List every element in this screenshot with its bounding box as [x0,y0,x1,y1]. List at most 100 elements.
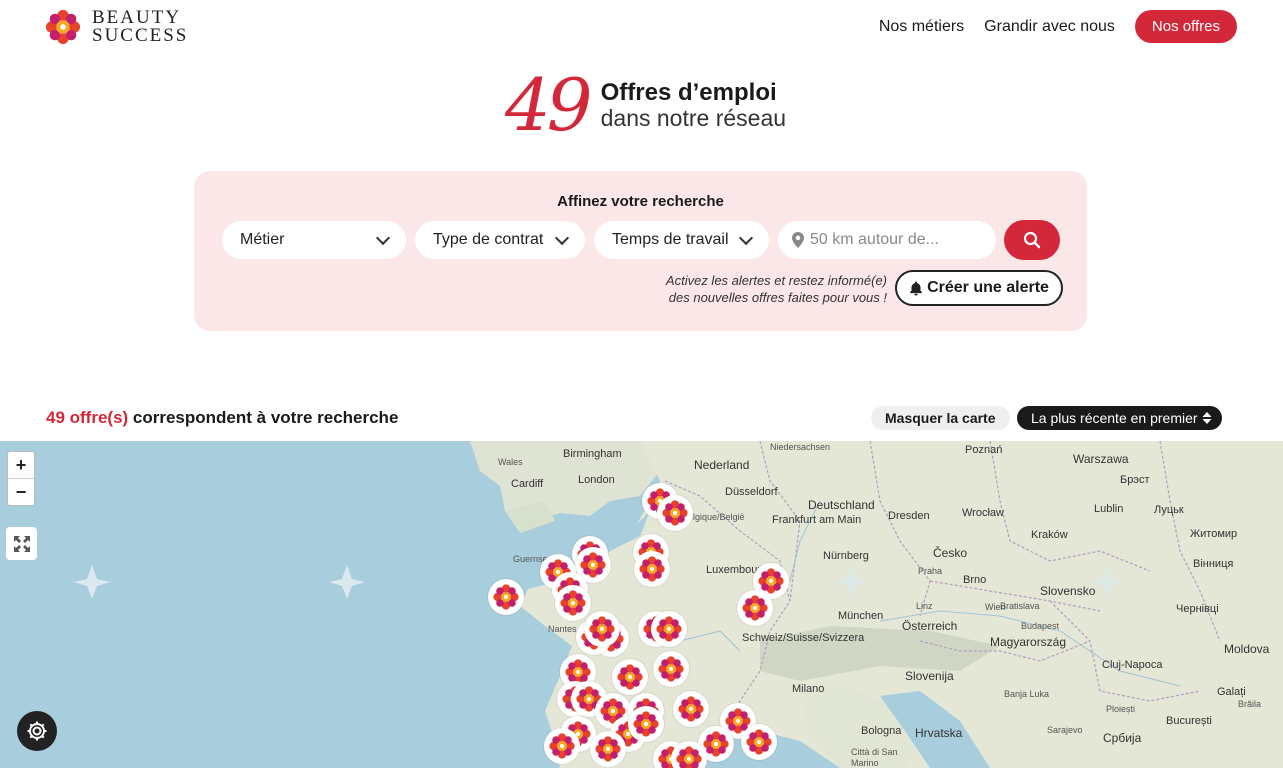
contract-type-label: Type de contrat [433,231,544,248]
search-panel-title: Affinez votre recherche [557,193,724,210]
flower-marker-icon [746,729,772,755]
city-label: Nürnberg [823,550,869,562]
sort-select[interactable]: La plus récente en premier [1017,406,1222,430]
city-label: Österreich [902,619,958,633]
store-marker[interactable] [544,728,580,764]
city-label: Magyarország [990,635,1067,649]
city-label: Bratislava [1000,601,1040,611]
city-label: Wrocław [962,507,1004,519]
city-label: Cluj-Napoca [1102,659,1163,671]
city-label: Düsseldorf [725,486,778,498]
zoom-in-button[interactable]: + [8,452,34,478]
city-label: Чернівці [1176,603,1219,615]
alert-line-1: Activez les alertes et restez informé(e) [665,273,887,288]
create-alert-button[interactable]: Créer une alerte [895,270,1063,306]
hero-subtitle: dans notre réseau [600,105,787,131]
brand-line-2: SUCCESS [92,25,189,46]
fullscreen-button[interactable] [6,527,37,560]
metier-select[interactable]: Métier [222,221,406,259]
city-label: Brno [963,574,987,586]
store-marker[interactable] [590,731,626,767]
chevron-down-icon [738,230,754,246]
city-label: Città di San Marino [851,747,898,768]
flower-marker-icon [656,616,682,642]
city-label: Ploiești [1106,704,1136,714]
city-label: Вінниця [1193,558,1234,570]
flower-marker-icon [676,746,702,768]
city-label: Galați [1217,686,1246,698]
flower-marker-icon [639,556,665,582]
city-label: Budapest [1021,621,1060,631]
city-label: Житомир [1190,528,1238,540]
map[interactable]: Birmingham London Cardiff Nederland Düss… [0,441,1283,768]
metier-select-label: Métier [240,231,285,248]
city-label: Frankfurt am Main [772,514,862,526]
city-label: Banja Luka [1004,689,1050,699]
city-label: Birmingham [563,448,622,460]
search-icon [1023,231,1041,249]
settings-button[interactable] [17,711,57,751]
store-marker[interactable] [671,741,707,768]
store-marker[interactable] [651,611,687,647]
work-time-label: Temps de travail [612,231,729,248]
city-label: Брэст [1120,474,1150,486]
nav-nos-offres-button[interactable]: Nos offres [1134,10,1237,43]
flower-marker-icon [589,616,615,642]
nav-grandir-avec-nous[interactable]: Grandir avec nous [984,18,1115,36]
chevron-down-icon [554,230,570,246]
zoom-out-button[interactable]: − [8,478,34,505]
results-count: 49 offre(s) [46,408,129,427]
zoom-control: + − [7,451,35,506]
work-time-select[interactable]: Temps de travail [594,221,769,259]
store-marker[interactable] [584,611,620,647]
flower-marker-icon [658,656,684,682]
store-marker[interactable] [628,706,664,742]
chevron-down-icon [375,230,391,246]
city-label: Sarajevo [1047,725,1083,735]
city-label: Wales [498,457,523,467]
store-marker[interactable] [657,495,693,531]
city-label: Schweiz/Suisse/Svizzera [742,632,865,644]
hero-title: Offres d’emploi [600,79,777,106]
bell-icon [910,281,923,295]
city-label: Dresden [888,510,930,522]
flower-marker-icon [678,696,704,722]
flower-marker-icon [549,733,575,759]
location-placeholder: 50 km autour de... [810,231,939,248]
flower-marker-icon [493,584,519,610]
create-alert-label: Créer une alerte [927,279,1049,296]
city-label: Poznań [965,444,1003,456]
store-marker[interactable] [612,659,648,695]
city-label: Milano [792,683,825,695]
hide-map-button[interactable]: Masquer la carte [871,406,1010,430]
search-button[interactable] [1004,220,1060,260]
store-marker[interactable] [634,551,670,587]
flower-marker-icon [633,711,659,737]
flower-marker-icon [580,552,606,578]
store-marker[interactable] [741,724,777,760]
city-label: Deutschland [808,498,875,512]
search-panel: Affinez votre recherche Métier Type de c… [194,171,1087,331]
city-label: Hrvatska [915,726,963,740]
city-label: Slovenija [905,669,954,683]
sort-arrows-icon [1202,412,1212,424]
store-marker[interactable] [555,585,591,621]
main-nav: Nos métiers Grandir avec nous Nos offres [879,10,1237,43]
sort-label: La plus récente en premier [1031,410,1198,426]
gear-icon [27,721,47,741]
city-label: Cardiff [511,478,544,490]
nav-nos-metiers[interactable]: Nos métiers [879,18,964,36]
city-label: Lublin [1094,503,1124,515]
store-marker[interactable] [653,651,689,687]
city-label: Kraków [1031,529,1068,541]
flower-marker-icon [595,736,621,762]
store-marker[interactable] [737,590,773,626]
city-label: London [578,474,615,486]
location-input[interactable]: 50 km autour de... [778,221,996,259]
contract-type-select[interactable]: Type de contrat [415,221,585,259]
city-label: Moldova [1224,642,1270,656]
brand-logo[interactable]: BEAUTY SUCCESS [44,8,188,46]
store-marker[interactable] [673,691,709,727]
city-label: Nantes [548,624,577,634]
store-marker[interactable] [488,579,524,615]
